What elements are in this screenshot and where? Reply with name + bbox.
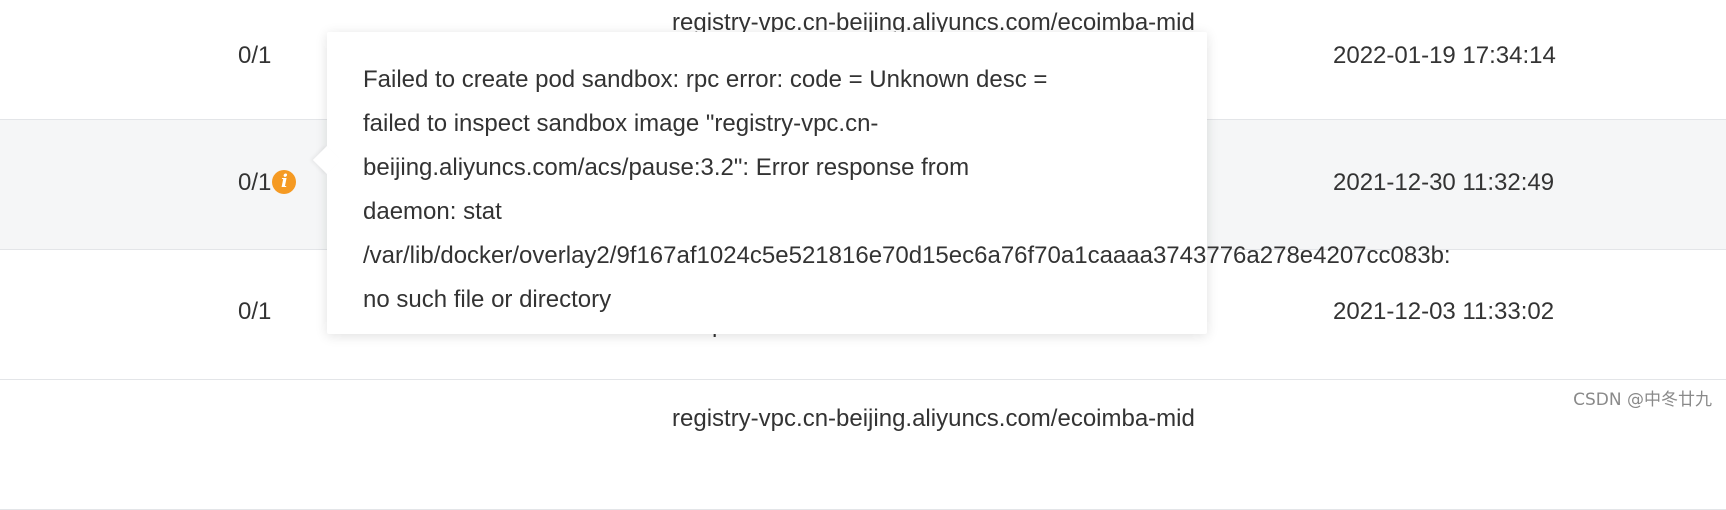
tooltip-line: no such file or directory <box>363 286 612 313</box>
tooltip-line: daemon: stat <box>363 198 502 225</box>
pod-status: 0/1 <box>238 42 272 69</box>
pod-status: 0/1 i <box>238 168 297 198</box>
tooltip-line: Failed to create pod sandbox: rpc error:… <box>363 66 1048 93</box>
tooltip-line: failed to inspect sandbox image "registr… <box>363 110 879 137</box>
pod-image: registry-vpc.cn-beijing.aliyuncs.com/eco… <box>672 404 1272 434</box>
pod-created-time: 2022-01-19 17:34:14 <box>1333 42 1556 69</box>
pod-created-time: 2021-12-30 11:32:49 <box>1333 169 1555 196</box>
table-row: registry-vpc.cn-beijing.aliyuncs.com/eco… <box>0 380 1726 510</box>
pod-created-time: 2021-12-03 11:33:02 <box>1333 298 1555 325</box>
pod-status-text: 0/1 <box>238 169 272 196</box>
tooltip-message: Failed to create pod sandbox: rpc error:… <box>363 58 1451 322</box>
tooltip-line: /var/lib/docker/overlay2/9f167af1024c5e5… <box>363 242 1451 269</box>
error-tooltip: Failed to create pod sandbox: rpc error:… <box>312 32 1451 334</box>
info-icon[interactable]: i <box>272 169 297 194</box>
pod-status: 0/1 <box>238 298 272 325</box>
watermark: CSDN @中冬廿九 <box>1573 390 1712 410</box>
tooltip-line: beijing.aliyuncs.com/acs/pause:3.2": Err… <box>363 154 970 181</box>
pod-image-line: registry-vpc.cn-beijing.aliyuncs.com/eco… <box>672 405 1195 432</box>
